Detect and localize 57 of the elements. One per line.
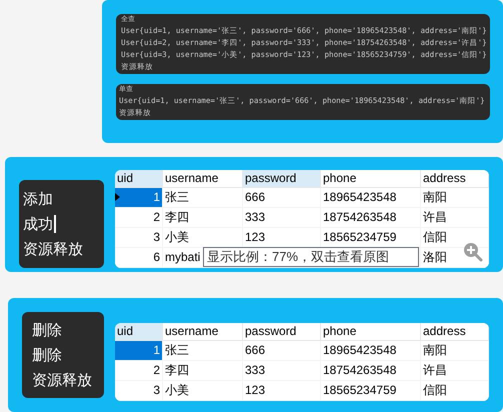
- table-cell: 666: [245, 190, 266, 204]
- table-cell: 小美: [165, 383, 189, 398]
- message-text: 资源释放: [23, 240, 83, 260]
- table-cell: 18565234759: [323, 383, 396, 398]
- table-row[interactable]: 3 小美 123 18565234759 信阳: [115, 228, 489, 248]
- column-header[interactable]: phone: [321, 170, 421, 188]
- table-cell: 南阳: [423, 190, 447, 204]
- table-cell: 2: [153, 210, 160, 224]
- table-cell: 18965423548: [323, 343, 396, 358]
- message-text: 资源释放: [32, 370, 92, 391]
- table-cell: 3: [153, 230, 160, 244]
- table-cell: 6: [153, 250, 160, 264]
- table-cell: 3: [153, 383, 160, 398]
- table-cell: 南阳: [423, 343, 447, 358]
- table-cell: 洛阳: [423, 250, 447, 264]
- message-text: 成功: [23, 214, 53, 235]
- message-text: 添加: [23, 190, 53, 210]
- column-header[interactable]: uid: [115, 170, 163, 188]
- column-header[interactable]: phone: [321, 323, 421, 340]
- message-text: 删除: [32, 320, 62, 341]
- table-cell: 18565234759: [323, 230, 396, 244]
- table-cell: 18754263548: [323, 210, 396, 224]
- zoom-tooltip: 显示比例：77%，双击查看原图: [203, 247, 419, 268]
- table-cell: 许昌: [423, 363, 447, 378]
- table-row[interactable]: 2 李四 333 18754263548 许昌: [115, 361, 489, 382]
- table-cell: 1: [153, 343, 160, 358]
- column-header[interactable]: address: [421, 170, 489, 188]
- column-header[interactable]: username: [163, 170, 243, 188]
- table-cell: 许昌: [423, 210, 447, 224]
- table-row[interactable]: 3 小美 123 18565234759 信阳: [115, 381, 489, 402]
- table-cell: 李四: [165, 210, 189, 224]
- table-cell: 张三: [165, 343, 189, 358]
- table-cell: 18754263548: [323, 363, 396, 378]
- table-cell: 666: [245, 343, 266, 358]
- table-cell: 333: [245, 363, 266, 378]
- table-cell: 李四: [165, 363, 189, 378]
- column-header[interactable]: password: [243, 170, 321, 188]
- column-header[interactable]: address: [421, 323, 489, 340]
- table-row[interactable]: 1 张三 666 18965423548 南阳: [115, 341, 489, 362]
- table-cell: 123: [245, 383, 266, 398]
- table-cell: mybati: [165, 250, 200, 264]
- table-cell: 信阳: [423, 383, 447, 398]
- table-row[interactable]: 1 张三 666 18965423548 南阳: [115, 188, 489, 208]
- table-row[interactable]: 2 李四 333 18754263548 许昌: [115, 208, 489, 228]
- table-cell: 2: [153, 363, 160, 378]
- table-cell: 18965423548: [323, 190, 396, 204]
- table-cell: 1: [153, 190, 160, 204]
- table-cell: 小美: [165, 230, 189, 244]
- table-cell: 333: [245, 210, 266, 224]
- table-cell: 123: [245, 230, 266, 244]
- zoom-in-icon[interactable]: [463, 242, 483, 262]
- column-header[interactable]: password: [243, 323, 321, 340]
- table-cell: 张三: [165, 190, 189, 204]
- table-cell: 信阳: [423, 230, 447, 244]
- column-header[interactable]: username: [163, 323, 243, 340]
- message-text: 删除: [32, 346, 62, 366]
- column-header[interactable]: uid: [115, 323, 163, 340]
